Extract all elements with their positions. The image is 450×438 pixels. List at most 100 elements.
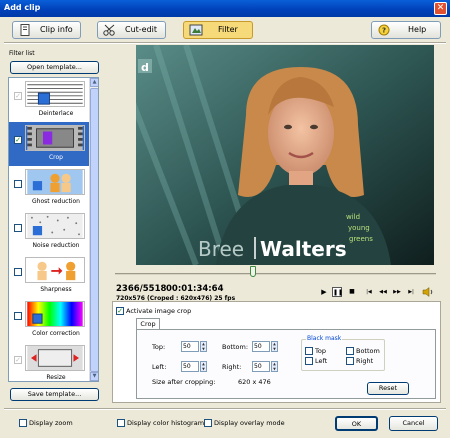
color-correction-icon: [25, 301, 85, 327]
document-icon: [20, 24, 30, 36]
volume-icon[interactable]: [422, 287, 434, 297]
shirt-text-2: young: [348, 224, 370, 232]
close-button[interactable]: ✕: [434, 2, 447, 15]
filter-checkbox[interactable]: ✓: [14, 92, 22, 100]
previous-frame-icon[interactable]: |◀: [364, 287, 374, 297]
svg-text:d: d: [141, 61, 149, 74]
filter-label-ghost-reduction: Ghost reduction: [32, 198, 80, 205]
crop-icon: [25, 125, 85, 151]
mask-bottom-checkbox[interactable]: [346, 347, 354, 355]
mask-left-label: Left: [315, 357, 328, 365]
rewind-icon[interactable]: ◀◀: [378, 287, 388, 297]
left-input[interactable]: 50: [181, 361, 199, 372]
caption-first-name: Bree: [198, 237, 244, 261]
cut-edit-label: Cut-edit: [125, 25, 158, 34]
scroll-up-icon[interactable]: ▲: [90, 78, 98, 87]
display-histogram-checkbox[interactable]: [117, 419, 125, 427]
bottom-spinner[interactable]: ▲ ▼: [271, 341, 278, 352]
save-template-button[interactable]: Save template...: [10, 388, 99, 401]
bottom-input[interactable]: 50: [252, 341, 270, 352]
display-overlay-checkbox[interactable]: [204, 419, 212, 427]
filter-list: ✓ Deinterlace ✓ Crop Ghost reduction Noi…: [8, 77, 99, 382]
filter-checkbox[interactable]: [14, 312, 22, 320]
mask-right-checkbox[interactable]: [346, 357, 354, 365]
next-frame-icon[interactable]: ▶|: [406, 287, 416, 297]
top-spinner[interactable]: ▲ ▼: [200, 341, 207, 352]
deinterlace-icon: [25, 81, 85, 107]
mask-right-label: Right: [356, 357, 374, 365]
fast-forward-icon[interactable]: ▶▶: [392, 287, 402, 297]
shirt-text-1: wild: [346, 213, 360, 221]
mask-top-label: Top: [315, 347, 326, 355]
clip-info-label: Clip info: [40, 25, 73, 34]
pause-icon[interactable]: ❚❚: [332, 287, 343, 297]
title-bar: Add clip ✕: [0, 0, 450, 17]
right-input[interactable]: 50: [252, 361, 270, 372]
filter-icon: [189, 24, 203, 36]
frame-counter: 2366/5518: [116, 284, 167, 294]
mask-bottom-label: Bottom: [356, 347, 380, 355]
activate-crop-label: Activate image crop: [126, 307, 192, 315]
right-label: Right:: [222, 363, 242, 371]
top-label: Top:: [152, 343, 166, 351]
filter-label: Filter: [218, 25, 238, 34]
activate-crop-checkbox[interactable]: ✓: [116, 307, 124, 315]
filter-item-resize[interactable]: ✓ Resize: [9, 342, 90, 381]
scroll-thumb[interactable]: [90, 88, 98, 372]
filter-checkbox[interactable]: [14, 180, 22, 188]
help-label: Help: [408, 25, 427, 34]
mask-left-checkbox[interactable]: [305, 357, 313, 365]
filter-checkbox[interactable]: ✓: [14, 356, 22, 364]
filter-item-deinterlace[interactable]: ✓ Deinterlace: [9, 78, 90, 122]
display-histogram-label: Display color histogram: [127, 419, 205, 427]
filter-label-noise-reduction: Noise reduction: [32, 242, 80, 249]
open-template-button[interactable]: Open template...: [10, 61, 99, 74]
preview-frame: d wild young greens Bree Walters: [136, 45, 434, 265]
scissors-icon: [103, 24, 115, 36]
help-button[interactable]: ? Help: [371, 21, 441, 39]
filter-list-heading: Filter list: [9, 50, 35, 57]
black-mask-group: Black mask: [301, 335, 385, 371]
filter-label-sharpness: Sharpness: [40, 286, 72, 293]
filter-checkbox[interactable]: [14, 268, 22, 276]
window-title: Add clip: [4, 3, 41, 12]
timecode: 00:01:34:64: [166, 284, 224, 294]
filter-checkbox[interactable]: ✓: [14, 136, 22, 144]
filter-item-noise-reduction[interactable]: Noise reduction: [9, 210, 90, 254]
mask-top-checkbox[interactable]: [305, 347, 313, 355]
position-slider-thumb[interactable]: [250, 266, 257, 277]
filter-label-crop: Crop: [48, 154, 63, 161]
footer-divider: [4, 408, 446, 410]
filter-item-crop[interactable]: ✓ Crop: [9, 122, 90, 166]
video-preview: d wild young greens Bree Walters: [136, 45, 434, 265]
filter-button[interactable]: Filter: [183, 21, 253, 39]
ghost-reduction-icon: [25, 169, 85, 195]
filter-item-sharpness[interactable]: Sharpness: [9, 254, 90, 298]
right-spinner[interactable]: ▲ ▼: [271, 361, 278, 372]
shirt-text-3: greens: [349, 235, 373, 243]
left-label: Left:: [152, 363, 167, 371]
stop-icon[interactable]: ■: [347, 287, 357, 297]
display-zoom-checkbox[interactable]: [19, 419, 27, 427]
sharpness-icon: [25, 257, 85, 283]
play-icon[interactable]: ▶: [319, 287, 329, 297]
display-overlay-label: Display overlay mode: [214, 419, 285, 427]
resize-icon: [25, 345, 85, 371]
top-input[interactable]: 50: [181, 341, 199, 352]
reset-button[interactable]: Reset: [367, 382, 409, 395]
clip-info-button[interactable]: Clip info: [12, 21, 81, 39]
cut-edit-button[interactable]: Cut-edit: [97, 21, 166, 39]
filter-item-color-correction[interactable]: Color correction: [9, 298, 90, 342]
position-slider-track[interactable]: [115, 273, 436, 275]
svg-text:?: ?: [382, 27, 386, 35]
size-after-cropping-value: 620 x 476: [238, 378, 271, 386]
ok-button[interactable]: OK: [335, 416, 378, 431]
filter-checkbox[interactable]: [14, 224, 22, 232]
scroll-down-icon[interactable]: ▼: [90, 372, 98, 381]
left-spinner[interactable]: ▲ ▼: [200, 361, 207, 372]
black-mask-title: Black mask: [306, 335, 343, 342]
cancel-button[interactable]: Cancel: [389, 416, 438, 431]
filter-item-ghost-reduction[interactable]: Ghost reduction: [9, 166, 90, 210]
filter-list-scrollbar[interactable]: ▲ ▼: [89, 78, 98, 381]
toolbar-divider: [4, 42, 446, 44]
